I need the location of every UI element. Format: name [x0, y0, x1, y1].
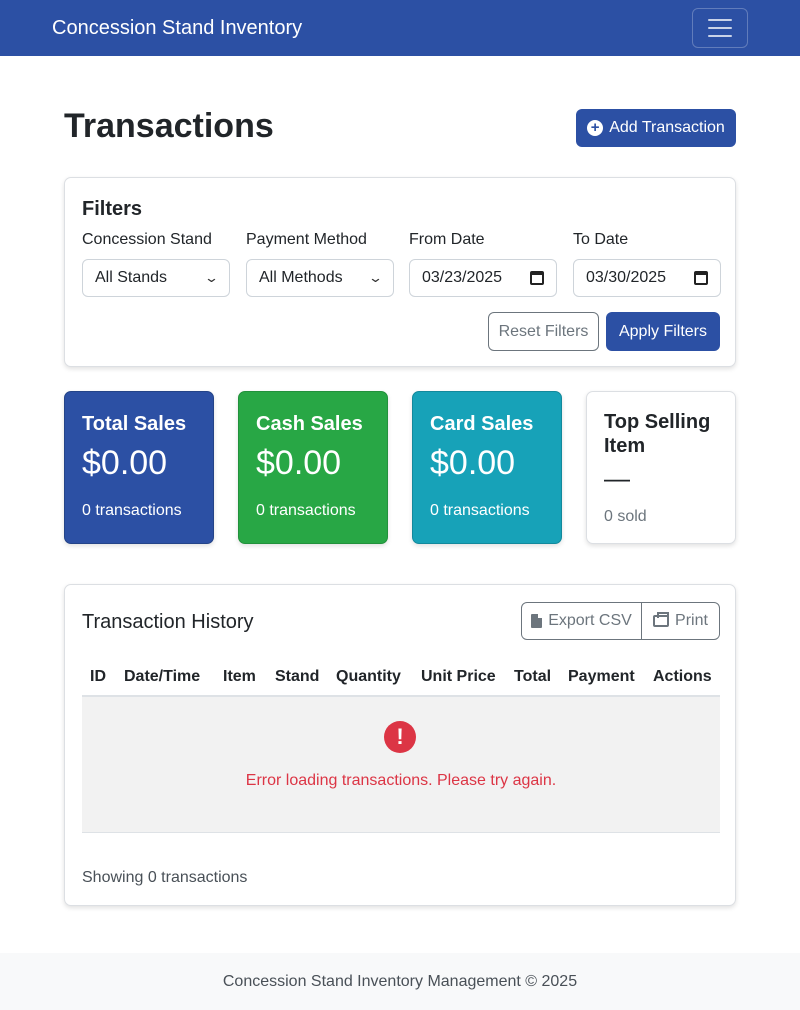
plus-circle-icon: + [587, 120, 604, 136]
reset-filters-button[interactable]: Reset Filters [488, 312, 599, 351]
export-csv-button[interactable]: Export CSV [522, 603, 642, 639]
print-button[interactable]: Print [642, 603, 719, 639]
hamburger-menu-icon [708, 19, 732, 21]
total-sales-card: Total Sales $0.00 0 transactions [64, 391, 214, 544]
cash-sales-count: 0 transactions [256, 502, 356, 519]
table-error-row: ! Error loading transactions. Please try… [82, 697, 720, 833]
stand-select-value: All Stands [95, 269, 168, 286]
hamburger-menu-icon-bar [708, 35, 732, 37]
total-sales-title: Total Sales [82, 413, 187, 435]
payment-method-select[interactable]: All Methods ⌄ [246, 259, 394, 297]
filters-title: Filters [82, 198, 143, 220]
column-header-quantity[interactable]: Quantity [336, 667, 401, 687]
printer-icon [653, 612, 670, 627]
stand-select[interactable]: All Stands ⌄ [82, 259, 230, 297]
chevron-down-icon: ⌄ [203, 270, 220, 285]
export-csv-label: Export CSV [548, 612, 632, 629]
column-header-total[interactable]: Total [514, 667, 551, 687]
column-header-item[interactable]: Item [223, 667, 256, 687]
column-header-id[interactable]: ID [90, 667, 106, 687]
column-header-payment[interactable]: Payment [568, 667, 635, 687]
add-transaction-label: Add Transaction [609, 119, 725, 136]
top-selling-item-card: Top Selling Item — 0 sold [586, 391, 736, 544]
calendar-icon[interactable] [530, 271, 544, 285]
from-date-value: 03/23/2025 [422, 269, 503, 286]
footer-text: Concession Stand Inventory Management © … [222, 973, 578, 990]
column-header-unit-price[interactable]: Unit Price [421, 667, 496, 687]
error-message: Error loading transactions. Please try a… [245, 772, 557, 789]
chevron-down-icon: ⌄ [367, 270, 384, 285]
total-sales-count: 0 transactions [82, 502, 182, 519]
add-transaction-button[interactable]: + Add Transaction [576, 109, 736, 147]
transaction-history-card: Transaction History Export CSV Print ID … [64, 584, 736, 906]
hamburger-menu-icon-bar [708, 27, 732, 29]
from-date-input[interactable]: 03/23/2025 [409, 259, 557, 297]
apply-filters-button[interactable]: Apply Filters [606, 312, 720, 351]
total-sales-value: $0.00 [82, 444, 168, 482]
history-actions-group: Export CSV Print [521, 602, 720, 640]
cash-sales-value: $0.00 [256, 444, 342, 482]
payment-select-value: All Methods [259, 269, 343, 286]
csv-file-icon [531, 614, 543, 628]
top-selling-sold-count: 0 sold [604, 508, 647, 525]
card-sales-title: Card Sales [430, 413, 534, 435]
showing-count: Showing 0 transactions [82, 869, 248, 886]
top-selling-item-name: — [604, 463, 630, 493]
footer: Concession Stand Inventory Management © … [0, 953, 800, 1010]
to-date-value: 03/30/2025 [586, 269, 667, 286]
print-label: Print [675, 612, 708, 629]
to-date-input[interactable]: 03/30/2025 [573, 259, 721, 297]
column-header-actions: Actions [653, 668, 712, 685]
card-sales-value: $0.00 [430, 444, 516, 482]
top-selling-title: Top Selling Item [604, 411, 711, 457]
to-date-label: To Date [573, 231, 629, 248]
card-sales-count: 0 transactions [430, 502, 530, 519]
filters-card: Filters Concession Stand All Stands ⌄ Pa… [64, 177, 736, 367]
from-date-label: From Date [409, 231, 485, 248]
navbar-brand[interactable]: Concession Stand Inventory [52, 16, 302, 40]
column-header-stand[interactable]: Stand [275, 667, 319, 687]
page-title: Transactions [64, 107, 274, 145]
transaction-history-title: Transaction History [82, 611, 254, 633]
payment-filter-label: Payment Method [246, 231, 367, 248]
navbar: Concession Stand Inventory [0, 0, 800, 56]
exclamation-circle-icon: ! [384, 721, 416, 753]
card-sales-card: Card Sales $0.00 0 transactions [412, 391, 562, 544]
navbar-toggle-button[interactable] [692, 8, 748, 48]
cash-sales-card: Cash Sales $0.00 0 transactions [238, 391, 388, 544]
stand-filter-label: Concession Stand [82, 231, 212, 248]
cash-sales-title: Cash Sales [256, 413, 363, 435]
column-header-datetime[interactable]: Date/Time [124, 667, 200, 687]
calendar-icon[interactable] [694, 271, 708, 285]
